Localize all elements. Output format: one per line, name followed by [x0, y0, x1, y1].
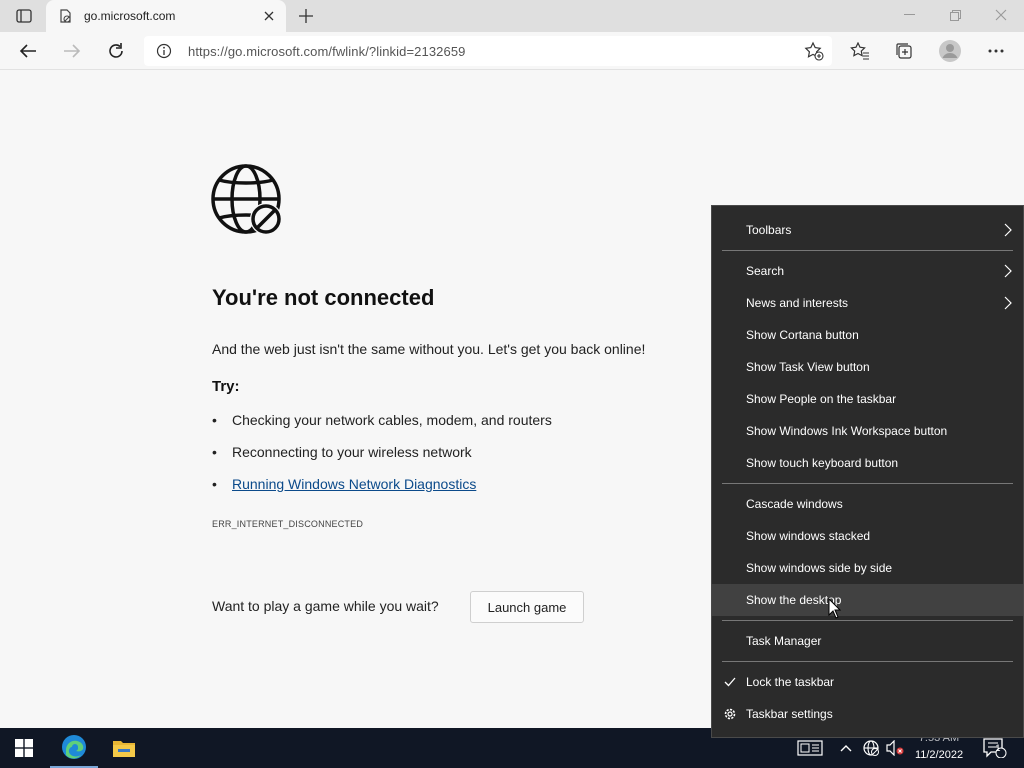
menu-separator: [722, 250, 1013, 251]
error-code: ERR_INTERNET_DISCONNECTED: [212, 519, 364, 529]
menu-separator: [722, 483, 1013, 484]
menu-item-show-ink-workspace[interactable]: Show Windows Ink Workspace button: [712, 415, 1023, 447]
launch-game-button[interactable]: Launch game: [470, 591, 584, 623]
back-arrow-icon[interactable]: [13, 36, 43, 66]
menu-item-taskbar-settings[interactable]: Taskbar settings: [712, 698, 1023, 730]
menu-item-show-windows-stacked[interactable]: Show windows stacked: [712, 520, 1023, 552]
minimize-icon[interactable]: [886, 0, 932, 30]
menu-item-show-windows-side-by-side[interactable]: Show windows side by side: [712, 552, 1023, 584]
menu-item-label: Show Cortana button: [746, 328, 859, 342]
list-item: • Checking your network cables, modem, an…: [212, 412, 552, 428]
tab-title: go.microsoft.com: [84, 9, 176, 23]
menu-item-label: Show Task View button: [746, 360, 870, 374]
chevron-right-icon: [1003, 264, 1013, 278]
menu-separator: [722, 620, 1013, 621]
forward-arrow-icon[interactable]: [57, 36, 87, 66]
mouse-cursor-icon: [828, 597, 842, 620]
menu-item-label: Task Manager: [746, 634, 822, 648]
globe-disconnected-icon: [210, 163, 286, 237]
checkmark-icon: [722, 674, 738, 690]
restore-icon[interactable]: [932, 0, 978, 30]
address-bar[interactable]: https://go.microsoft.com/fwlink/?linkid=…: [144, 36, 832, 66]
menu-item-label: Show touch keyboard button: [746, 456, 899, 470]
gear-icon: [722, 706, 738, 722]
url-text: https://go.microsoft.com/fwlink/?linkid=…: [188, 44, 466, 59]
page-title: You're not connected: [212, 285, 435, 310]
more-menu-icon[interactable]: [981, 36, 1011, 66]
taskbar-context-menu: Toolbars Search News and interests Show …: [711, 205, 1024, 738]
menu-item-label: Show windows side by side: [746, 561, 893, 575]
menu-item-label: Taskbar settings: [746, 707, 833, 721]
browser-tab[interactable]: go.microsoft.com: [46, 0, 286, 32]
menu-item-show-cortana-button[interactable]: Show Cortana button: [712, 319, 1023, 351]
list-item-text: Reconnecting to your wireless network: [232, 444, 472, 460]
menu-item-label: Search: [746, 264, 785, 278]
menu-item-task-manager[interactable]: Task Manager: [712, 625, 1023, 657]
favorites-icon[interactable]: [845, 36, 875, 66]
refresh-icon[interactable]: [101, 36, 131, 66]
list-item: • Running Windows Network Diagnostics: [212, 476, 476, 492]
game-prompt: Want to play a game while you wait?: [212, 598, 439, 614]
menu-item-news-and-interests[interactable]: News and interests: [712, 287, 1023, 319]
menu-item-label: News and interests: [746, 296, 849, 310]
profile-avatar-icon[interactable]: [935, 36, 965, 66]
close-window-icon[interactable]: [978, 0, 1024, 30]
menu-item-label: Show windows stacked: [746, 529, 871, 543]
add-favorite-icon[interactable]: [804, 41, 824, 61]
bullet-marker: •: [212, 476, 217, 492]
close-tab-icon[interactable]: [262, 9, 276, 23]
browser-toolbar: https://go.microsoft.com/fwlink/?linkid=…: [0, 32, 1024, 70]
chevron-right-icon: [1003, 223, 1013, 237]
menu-item-lock-the-taskbar[interactable]: Lock the taskbar: [712, 666, 1023, 698]
menu-item-search[interactable]: Search: [712, 255, 1023, 287]
menu-item-label: Lock the taskbar: [746, 675, 835, 689]
bullet-marker: •: [212, 412, 217, 428]
list-item: • Reconnecting to your wireless network: [212, 444, 472, 460]
file-explorer-icon[interactable]: [100, 728, 148, 768]
title-bar: go.microsoft.com: [0, 0, 1024, 32]
menu-item-label: Show People on the taskbar: [746, 392, 897, 406]
tab-actions-icon[interactable]: [8, 6, 40, 26]
windows-logo-icon: [15, 739, 33, 757]
network-diagnostics-link[interactable]: Running Windows Network Diagnostics: [232, 476, 476, 492]
menu-item-toolbars[interactable]: Toolbars: [712, 214, 1023, 246]
menu-item-label: Toolbars: [746, 223, 792, 237]
list-item-text: Checking your network cables, modem, and…: [232, 412, 552, 428]
start-button[interactable]: [0, 728, 48, 768]
notification-count-badge: 1: [995, 743, 1001, 753]
new-tab-icon[interactable]: [296, 6, 316, 26]
menu-item-label: Show Windows Ink Workspace button: [746, 424, 948, 438]
menu-separator: [722, 661, 1013, 662]
bullet-marker: •: [212, 444, 217, 460]
menu-item-show-task-view-button[interactable]: Show Task View button: [712, 351, 1023, 383]
menu-item-show-people[interactable]: Show People on the taskbar: [712, 383, 1023, 415]
chevron-right-icon: [1003, 296, 1013, 310]
menu-item-show-the-desktop[interactable]: Show the desktop: [712, 584, 1023, 616]
try-heading: Try:: [212, 378, 240, 395]
page-error-icon: [58, 9, 72, 23]
site-info-icon[interactable]: [156, 43, 172, 59]
page-description: And the web just isn't the same without …: [212, 341, 646, 357]
menu-item-label: Cascade windows: [746, 497, 843, 511]
edge-taskbar-icon[interactable]: [50, 728, 98, 768]
menu-item-show-touch-keyboard[interactable]: Show touch keyboard button: [712, 447, 1023, 479]
collections-icon[interactable]: [889, 36, 919, 66]
clock-date: 11/2/2022: [914, 749, 964, 761]
menu-item-cascade-windows[interactable]: Cascade windows: [712, 488, 1023, 520]
